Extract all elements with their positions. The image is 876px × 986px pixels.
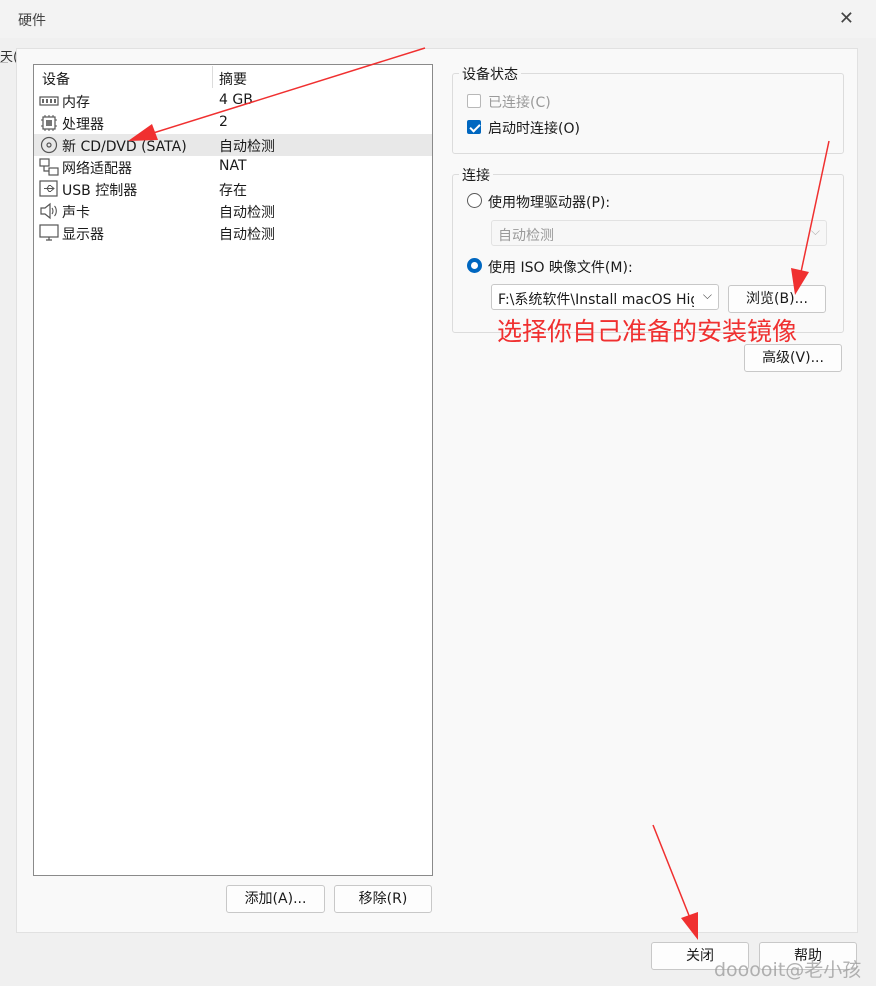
chevron-down-icon[interactable]: ⌵ xyxy=(703,288,712,303)
processor-icon xyxy=(41,115,57,131)
advanced-button[interactable]: 高级(V)... xyxy=(744,344,842,372)
device-name: 显示器 xyxy=(62,227,104,243)
browse-button[interactable]: 浏览(B)... xyxy=(728,285,826,313)
chevron-down-icon: ⌵ xyxy=(810,224,820,238)
title-bar: 硬件 ✕ xyxy=(0,0,876,38)
iso-image-radio[interactable] xyxy=(467,258,482,273)
device-summary: 自动检测 xyxy=(219,205,275,221)
connect-at-power-on-checkbox[interactable] xyxy=(467,120,481,134)
device-status-group: 设备状态 xyxy=(452,64,844,154)
device-summary: 自动检测 xyxy=(219,139,275,155)
device-summary: 4 GB xyxy=(219,92,253,108)
physical-drive-radio[interactable] xyxy=(467,193,482,208)
watermark: dooooit@老小孩 xyxy=(714,959,862,981)
background-window-divider xyxy=(0,62,8,63)
connect-at-power-on-label[interactable]: 启动时连接(O) xyxy=(488,118,580,138)
device-name: 网络适配器 xyxy=(62,161,132,177)
device-summary: NAT xyxy=(219,158,247,174)
iso-image-label[interactable]: 使用 ISO 映像文件(M): xyxy=(488,257,633,277)
connected-label[interactable]: 已连接(C) xyxy=(488,92,551,112)
device-name: USB 控制器 xyxy=(62,183,138,199)
window-title: 硬件 xyxy=(18,13,46,29)
connection-title: 连接 xyxy=(459,165,493,185)
device-list-header: 设备 摘要 xyxy=(34,65,432,89)
device-summary: 2 xyxy=(219,114,228,130)
device-row-usb-controller[interactable]: USB 控制器 存在 xyxy=(34,178,432,200)
iso-path-value: F:\系统软件\Install macOS Hig xyxy=(498,292,694,308)
usb-icon xyxy=(39,180,58,197)
column-header-device[interactable]: 设备 xyxy=(42,69,70,89)
device-summary: 存在 xyxy=(219,183,247,199)
device-summary: 自动检测 xyxy=(219,227,275,243)
column-header-summary[interactable]: 摘要 xyxy=(219,69,247,89)
device-row-sound-card[interactable]: 声卡 自动检测 xyxy=(34,200,432,222)
cd-dvd-icon xyxy=(40,136,58,154)
device-row-processor[interactable]: 处理器 2 xyxy=(34,112,432,134)
device-name: 声卡 xyxy=(62,205,90,221)
device-row-display[interactable]: 显示器 自动检测 xyxy=(34,222,432,244)
device-name: 内存 xyxy=(62,95,90,111)
device-row-network-adapter[interactable]: 网络适配器 NAT xyxy=(34,156,432,178)
device-row-cd-dvd[interactable]: 新 CD/DVD (SATA) 自动检测 xyxy=(34,134,432,156)
sound-card-icon xyxy=(40,202,57,220)
device-row-memory[interactable]: 内存 4 GB xyxy=(34,90,432,112)
iso-path-combobox[interactable]: F:\系统软件\Install macOS Hig ⌵ xyxy=(491,284,719,310)
close-window-icon[interactable]: ✕ xyxy=(839,8,854,29)
physical-drive-value: 自动检测 xyxy=(498,228,554,244)
remove-button[interactable]: 移除(R) xyxy=(334,885,432,913)
add-button[interactable]: 添加(A)... xyxy=(226,885,325,913)
device-name: 新 CD/DVD (SATA) xyxy=(62,139,187,155)
display-icon xyxy=(39,224,59,241)
network-adapter-icon xyxy=(39,158,59,176)
column-divider[interactable] xyxy=(212,66,213,88)
device-list[interactable]: 设备 摘要 内存 4 GB 处理器 2 新 CD/DVD (SATA) 自动检测 xyxy=(33,64,433,876)
memory-icon xyxy=(39,96,59,106)
annotation-text: 选择你自己准备的安装镜像 xyxy=(497,317,798,346)
physical-drive-label[interactable]: 使用物理驱动器(P): xyxy=(488,192,610,212)
device-name: 处理器 xyxy=(62,117,104,133)
connected-checkbox[interactable] xyxy=(467,94,481,108)
device-status-title: 设备状态 xyxy=(459,64,521,84)
physical-drive-select[interactable]: 自动检测 ⌵ xyxy=(491,220,827,246)
